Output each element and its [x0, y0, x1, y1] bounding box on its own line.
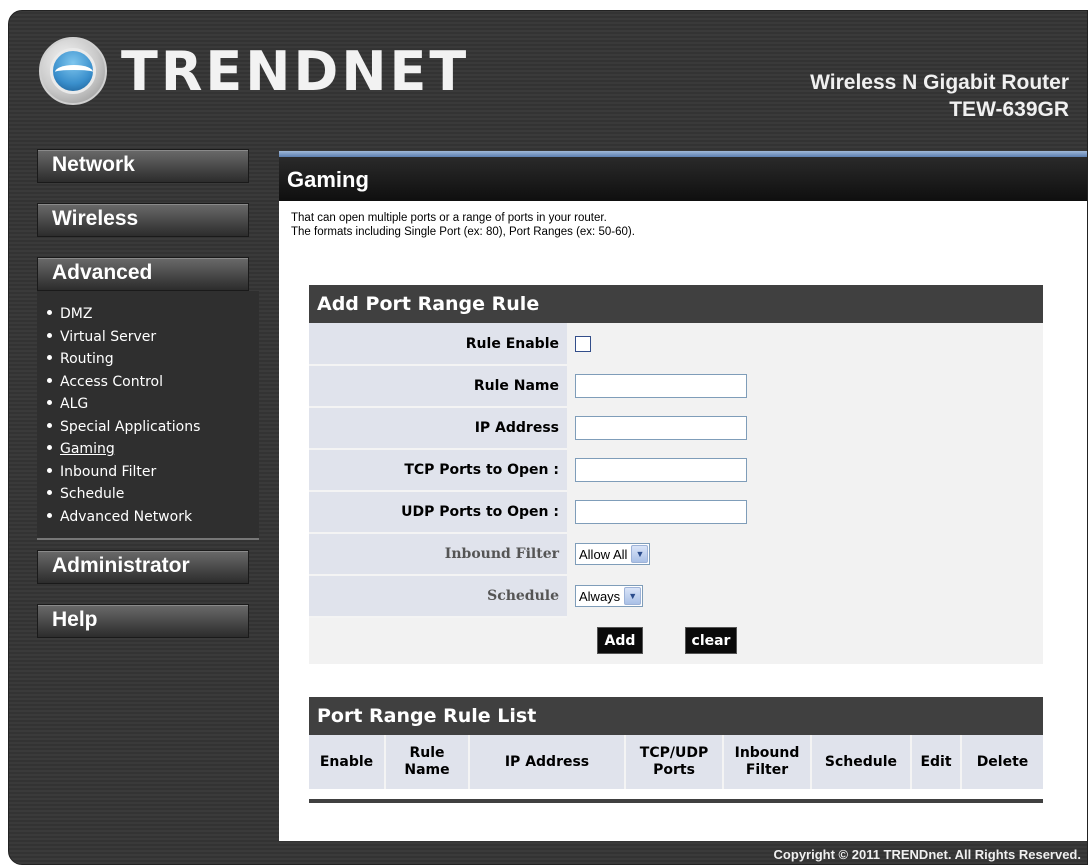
udp-ports-input[interactable] [575, 500, 747, 524]
chevron-down-icon[interactable]: ▼ [624, 587, 642, 605]
sidebar-item-access-control[interactable]: Access Control [47, 371, 259, 394]
port-range-rule-list-panel: Port Range Rule List Enable Rule Name IP… [309, 697, 1043, 803]
page-title: Gaming [279, 157, 1087, 201]
nav-wireless[interactable]: Wireless [37, 203, 249, 237]
list-bottom-rule [309, 799, 1043, 803]
column-header-schedule: Schedule [811, 735, 912, 789]
nav-network[interactable]: Network [37, 149, 249, 183]
column-header-enable: Enable [309, 735, 386, 789]
bullet-icon [47, 377, 52, 383]
bullet-icon [47, 310, 52, 315]
sidebar-item-routing[interactable]: Routing [47, 348, 259, 371]
bullet-icon [47, 490, 52, 495]
nav-advanced[interactable]: Advanced [37, 257, 249, 291]
sidebar-item-special-applications[interactable]: Special Applications [47, 416, 259, 439]
bullet-icon [47, 445, 52, 450]
product-model: TEW-639GR [949, 98, 1069, 121]
page-description: That can open multiple ports or a range … [279, 201, 1087, 239]
description-line: That can open multiple ports or a range … [291, 212, 607, 224]
product-line: Wireless N Gigabit Router [810, 71, 1069, 94]
clear-button[interactable]: clear [685, 627, 737, 654]
rule-name-label: Rule Name [309, 365, 567, 408]
chevron-down-icon[interactable]: ▼ [631, 545, 649, 563]
tcp-ports-input[interactable] [575, 458, 747, 482]
bullet-icon [47, 422, 52, 428]
main-content: Gaming That can open multiple ports or a… [279, 151, 1087, 841]
sidebar-item-dmz[interactable]: DMZ [47, 303, 259, 326]
nav-help[interactable]: Help [37, 604, 249, 638]
inbound-filter-value: Allow All [579, 546, 628, 562]
column-header-inbound-filter: Inbound Filter [723, 735, 812, 789]
ip-address-label: IP Address [309, 407, 567, 450]
trendnet-logo: TRENDNET [39, 37, 469, 105]
bullet-icon [47, 355, 52, 360]
table-header-row: Enable Rule Name IP Address TCP/UDP Port… [309, 735, 1043, 789]
sidebar: Network Wireless Advanced DMZ Virtual Se… [37, 149, 259, 658]
schedule-select[interactable]: Always ▼ [575, 585, 644, 607]
bullet-icon [47, 512, 52, 518]
bullet-icon [47, 332, 52, 338]
rule-name-input[interactable] [575, 374, 747, 398]
column-header-tcp-udp-ports: TCP/UDP Ports [625, 735, 724, 789]
inbound-filter-select[interactable]: Allow All ▼ [575, 543, 651, 565]
trendnet-globe-icon [39, 37, 107, 105]
nav-administrator[interactable]: Administrator [37, 550, 249, 584]
sidebar-item-schedule[interactable]: Schedule [47, 483, 259, 506]
panel-heading: Add Port Range Rule [309, 285, 1043, 323]
schedule-value: Always [579, 588, 621, 604]
description-line: The formats including Single Port (ex: 8… [291, 226, 635, 238]
rule-enable-label: Rule Enable [309, 323, 567, 366]
sidebar-item-alg[interactable]: ALG [47, 393, 259, 416]
sidebar-item-gaming[interactable]: Gaming [47, 438, 259, 461]
advanced-submenu: DMZ Virtual Server Routing Access Contro… [37, 291, 259, 540]
rule-enable-checkbox[interactable] [575, 336, 591, 352]
sidebar-item-virtual-server[interactable]: Virtual Server [47, 326, 259, 349]
column-header-edit: Edit [911, 735, 962, 789]
brand-name: TRENDNET [121, 39, 470, 103]
schedule-label: Schedule [309, 575, 567, 618]
sidebar-item-advanced-network[interactable]: Advanced Network [47, 506, 259, 529]
ip-address-input[interactable] [575, 416, 747, 440]
add-button[interactable]: Add [597, 627, 643, 654]
router-admin-window: TRENDNET Wireless N Gigabit Router TEW-6… [8, 10, 1088, 865]
inbound-filter-label: Inbound Filter [309, 533, 567, 576]
bullet-icon [47, 400, 52, 405]
form-button-row: Add clear [309, 618, 1043, 664]
column-header-rule-name: Rule Name [385, 735, 470, 789]
bullet-icon [47, 467, 52, 473]
panel-heading: Port Range Rule List [309, 697, 1043, 735]
udp-ports-label: UDP Ports to Open : [309, 491, 567, 534]
sidebar-item-inbound-filter[interactable]: Inbound Filter [47, 461, 259, 484]
column-header-delete: Delete [976, 753, 1029, 770]
column-header-ip-address: IP Address [469, 735, 626, 789]
copyright-footer: Copyright © 2011 TRENDnet. All Rights Re… [773, 847, 1081, 862]
add-rule-form: Rule Enable Rule Name IP Address TCP Por… [309, 323, 1043, 618]
add-port-range-rule-panel: Add Port Range Rule Rule Enable Rule Nam… [309, 285, 1043, 664]
product-title: Wireless N Gigabit Router TEW-639GR [810, 69, 1069, 123]
tcp-ports-label: TCP Ports to Open : [309, 449, 567, 492]
rule-list-table: Enable Rule Name IP Address TCP/UDP Port… [309, 735, 1043, 789]
